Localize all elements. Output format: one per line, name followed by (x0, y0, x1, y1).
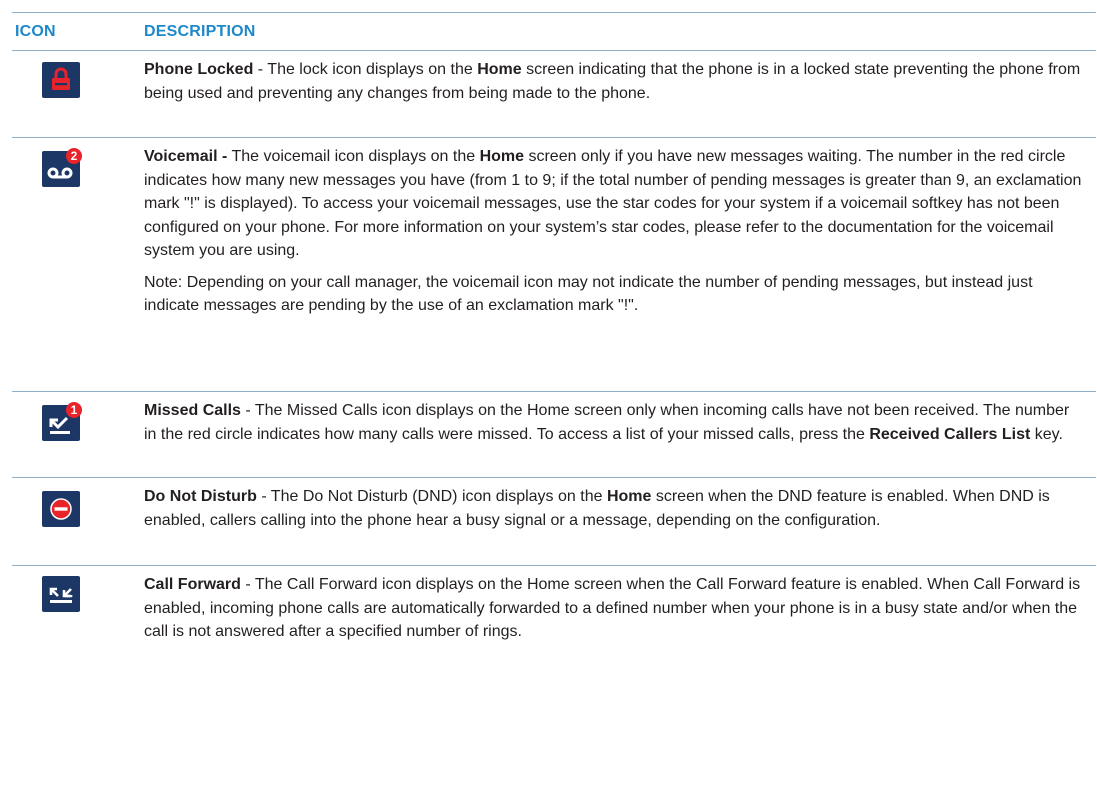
missed-calls-icon: 1 (42, 402, 82, 441)
description-cell: Phone Locked - The lock icon displays on… (144, 51, 1096, 137)
row-title: Phone Locked (144, 61, 254, 78)
icon-cell (12, 478, 144, 565)
missed-calls-count-badge: 1 (66, 402, 82, 418)
description-text: Call Forward - The Call Forward icon dis… (144, 576, 1081, 640)
voicemail-count-badge: 2 (66, 148, 82, 164)
row-title: Missed Calls (144, 402, 241, 419)
table-header: ICON DESCRIPTION (12, 12, 1096, 51)
row-title: Do Not Disturb (144, 488, 257, 505)
description-column-header: DESCRIPTION (144, 22, 256, 40)
icon-description-table: ICON DESCRIPTION Phone Locked - The lock… (12, 12, 1096, 676)
icon-cell (12, 566, 144, 676)
description-text: Missed Calls - The Missed Calls icon dis… (144, 402, 1070, 443)
description-cell: Voicemail - The voicemail icon displays … (144, 138, 1096, 391)
table-row: 2 Voicemail - The voicemail icon display… (12, 138, 1096, 392)
row-title: Voicemail - (144, 148, 228, 165)
table-row: 1 Missed Calls - The Missed Calls icon d… (12, 392, 1096, 478)
icon-column-header: ICON (15, 22, 56, 40)
description-text: Phone Locked - The lock icon displays on… (144, 61, 1081, 102)
description-text: Voicemail - The voicemail icon displays … (144, 148, 1082, 259)
table-row: Phone Locked - The lock icon displays on… (12, 51, 1096, 138)
icon-cell: 1 (12, 392, 144, 477)
icon-cell: 2 (12, 138, 144, 391)
lock-icon (42, 62, 80, 98)
table-row: Call Forward - The Call Forward icon dis… (12, 566, 1096, 676)
description-cell: Call Forward - The Call Forward icon dis… (144, 566, 1096, 676)
description-text: Do Not Disturb - The Do Not Disturb (DND… (144, 488, 1050, 529)
voicemail-icon: 2 (42, 148, 82, 187)
table-row: Do Not Disturb - The Do Not Disturb (DND… (12, 478, 1096, 566)
description-cell: Do Not Disturb - The Do Not Disturb (DND… (144, 478, 1096, 565)
do-not-disturb-icon (42, 491, 80, 527)
icon-cell (12, 51, 144, 137)
call-forward-icon (42, 576, 80, 612)
description-cell: Missed Calls - The Missed Calls icon dis… (144, 392, 1096, 477)
note-text: Note: Depending on your call manager, th… (144, 273, 1033, 315)
row-title: Call Forward (144, 576, 241, 593)
